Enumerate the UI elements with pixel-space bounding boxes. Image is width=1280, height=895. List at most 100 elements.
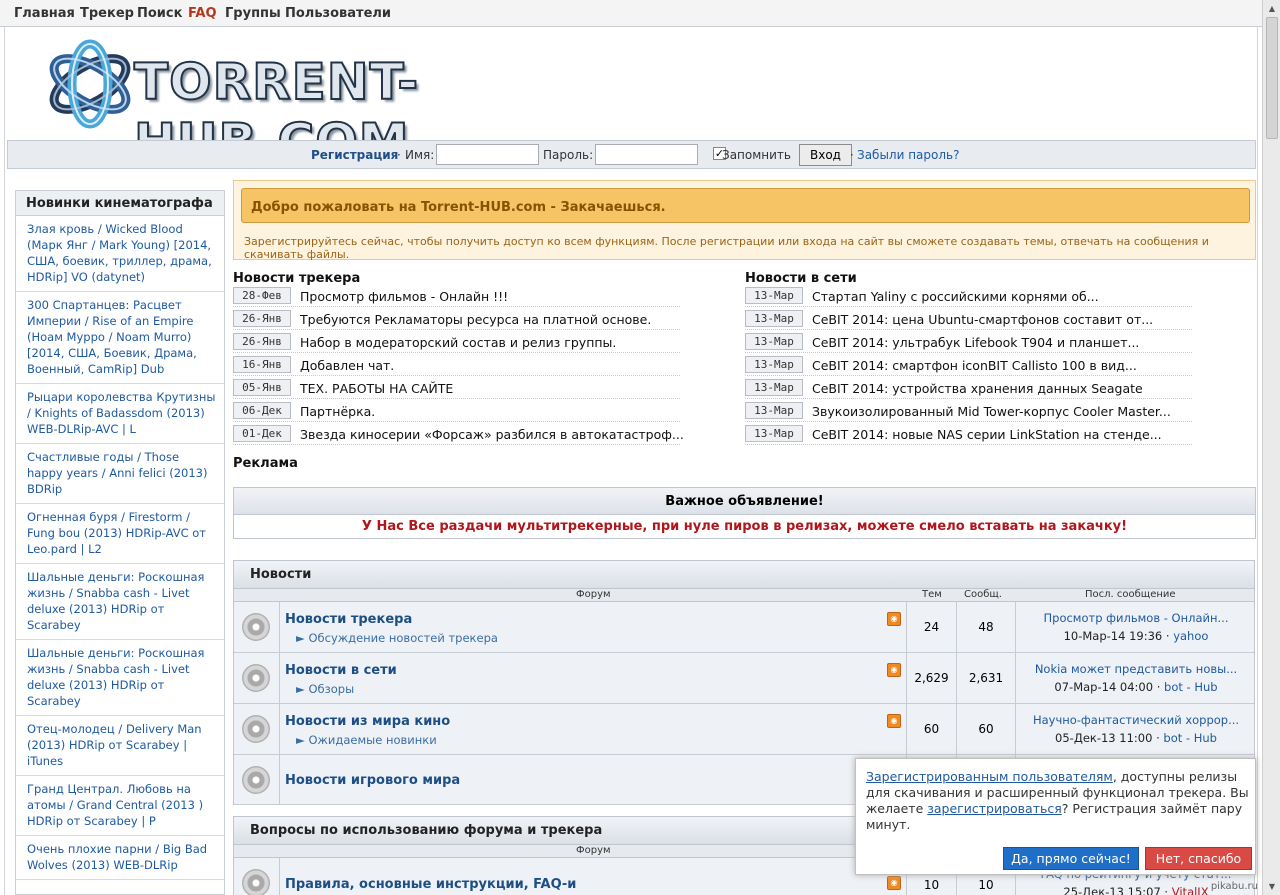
scrollbar-thumb[interactable] [1266, 17, 1278, 139]
news-link[interactable]: Партнёрка. [300, 404, 375, 419]
nav-tracker[interactable]: Трекер [80, 6, 134, 21]
topics-count: 2,629 [906, 653, 956, 703]
last-post-link[interactable]: Научно-фантастический хоррор... [1016, 713, 1256, 727]
rss-icon[interactable]: ◉ [887, 714, 901, 728]
announcement-text: У Нас Все раздачи мультитрекерные, при н… [361, 519, 1128, 534]
new-movies-sidebar: Новинки кинематографа Злая кровь / Wicke… [15, 190, 225, 895]
net-news-item[interactable]: 13-Мар Звукоизолированный Mid Tower-корпу… [745, 402, 1192, 422]
tracker-news-item[interactable]: 16-Янв Добавлен чат. [233, 356, 680, 376]
register-popup-link[interactable]: зарегистрироваться [927, 801, 1062, 816]
news-date: 13-Мар [745, 287, 803, 304]
news-date: 05-Янв [233, 379, 291, 396]
sidebar-movie-link[interactable]: Злая кровь / Wicked Blood (Марк Янг / Ma… [16, 216, 224, 292]
registered-users-link[interactable]: Зарегистрированным пользователям [866, 769, 1113, 784]
forum-row: Новости трекера ► Обсуждение новостей тр… [234, 602, 1254, 653]
tracker-news-item[interactable]: 05-Янв ТЕХ. РАБОТЫ НА САЙТЕ [233, 379, 680, 399]
subforum-link[interactable]: ► Ожидаемые новинки [296, 733, 437, 747]
net-news-item[interactable]: 13-Мар CeBIT 2014: цена Ubuntu-смартфонов… [745, 310, 1192, 330]
last-post-user[interactable]: bot - Hub [1164, 680, 1218, 694]
password-input[interactable] [595, 144, 698, 165]
sidebar-movie-link[interactable]: Очень плохие парни / Big Bad Wolves (201… [16, 836, 224, 880]
nav-search[interactable]: Поиск [137, 6, 182, 21]
last-post-user[interactable]: VitalIX [1172, 885, 1209, 895]
sidebar-movie-link[interactable]: Счастливые годы / Those happy years / An… [16, 444, 224, 504]
name-input[interactable] [436, 144, 539, 165]
news-link[interactable]: Набор в модераторский состав и релиз гру… [300, 335, 616, 350]
news-link[interactable]: CeBIT 2014: смартфон iconBIT Callisto 10… [812, 358, 1137, 373]
popup-message: Зарегистрированным пользователям, доступ… [866, 769, 1251, 833]
page-scrollbar[interactable]: ▲ ▼ [1262, 0, 1280, 895]
news-date: 01-Дек [233, 425, 291, 442]
tracker-news-item[interactable]: 06-Дек Партнёрка. [233, 402, 680, 422]
last-post-link[interactable]: Nokia может представить новы... [1016, 662, 1256, 676]
registration-popup: Зарегистрированным пользователям, доступ… [855, 758, 1256, 875]
forum-name-link[interactable]: Новости трекера [285, 612, 412, 627]
forum-category-title[interactable]: Новости [234, 561, 1254, 589]
news-link[interactable]: ТЕХ. РАБОТЫ НА САЙТЕ [300, 381, 453, 396]
separator-dot: · [397, 148, 401, 162]
net-news-item[interactable]: 13-Мар CeBIT 2014: ультрабук Lifebook T90… [745, 333, 1192, 353]
tracker-news-item[interactable]: 26-Янв Требуются Рекламаторы ресурса на п… [233, 310, 680, 330]
tracker-news-item[interactable]: 26-Янв Набор в модераторский состав и рел… [233, 333, 680, 353]
news-link[interactable]: Стартап Yaliny с российскими корнями об.… [812, 289, 1099, 304]
forum-status-icon [234, 704, 280, 754]
nav-groups[interactable]: Группы [225, 6, 281, 21]
forum-name-link[interactable]: Новости игрового мира [285, 773, 460, 788]
rss-icon[interactable]: ◉ [887, 663, 901, 677]
login-button[interactable]: Вход [799, 144, 852, 166]
sidebar-movie-link[interactable]: Шальные деньги: Роскошная жизнь / Snabba… [16, 640, 224, 716]
news-link[interactable]: Звукоизолированный Mid Tower-корпус Cool… [812, 404, 1171, 419]
tracker-news-item[interactable]: 01-Дек Звезда киносерии «Форсаж» разбился… [233, 425, 684, 445]
yes-register-button[interactable]: Да, прямо сейчас! [1003, 847, 1139, 870]
net-news-item[interactable]: 13-Мар CeBIT 2014: устройства хранения да… [745, 379, 1192, 399]
last-post-date: 10-Мар-14 19:36 [1063, 629, 1163, 643]
news-date: 13-Мар [745, 356, 803, 373]
register-link[interactable]: Регистрация [311, 148, 398, 162]
rss-icon[interactable]: ◉ [887, 612, 901, 626]
news-link[interactable]: CeBIT 2014: устройства хранения данных S… [812, 381, 1143, 396]
net-news-item[interactable]: 13-Мар Стартап Yaliny с российскими корня… [745, 287, 1192, 307]
nav-faq[interactable]: FAQ [188, 6, 217, 21]
news-link[interactable]: Звезда киносерии «Форсаж» разбился в авт… [300, 427, 684, 442]
nav-users[interactable]: Пользователи [285, 6, 391, 21]
no-thanks-button[interactable]: Нет, спасибо [1145, 847, 1252, 870]
news-link[interactable]: Добавлен чат. [300, 358, 394, 373]
sidebar-movie-link[interactable]: Огненная буря / Firestorm / Fung bou (20… [16, 504, 224, 564]
sidebar-movie-link[interactable]: Отец-молодец / Delivery Man (2013) HDRip… [16, 716, 224, 776]
rss-icon[interactable]: ◉ [887, 876, 901, 890]
news-link[interactable]: CeBIT 2014: новые NAS серии LinkStation … [812, 427, 1162, 442]
forum-row: Новости из мира кино ► Ожидаемые новинки… [234, 704, 1254, 755]
subforum-link[interactable]: ► Обсуждение новостей трекера [296, 631, 498, 645]
sidebar-movie-link[interactable]: Рыцари королевства Крутизны / Knights of… [16, 384, 224, 444]
news-link[interactable]: Просмотр фильмов - Онлайн !!! [300, 289, 508, 304]
scroll-down-arrow-icon[interactable]: ▼ [1263, 878, 1280, 895]
forum-name-link[interactable]: Правила, основные инструкции, FAQ-и [285, 877, 576, 892]
nav-home[interactable]: Главная [14, 6, 75, 21]
sidebar-movie-link[interactable]: Шальные деньги: Роскошная жизнь / Snabba… [16, 564, 224, 640]
scroll-up-arrow-icon[interactable]: ▲ [1263, 0, 1280, 17]
last-post-user[interactable]: yahoo [1173, 629, 1208, 643]
net-news-item[interactable]: 13-Мар CeBIT 2014: новые NAS серии LinkSt… [745, 425, 1192, 445]
net-news-item[interactable]: 13-Мар CeBIT 2014: смартфон iconBIT Calli… [745, 356, 1192, 376]
news-date: 06-Дек [233, 402, 291, 419]
last-post-date: 05-Дек-13 11:00 [1055, 731, 1153, 745]
gear-icon [242, 613, 270, 641]
forgot-password-link[interactable]: Забыли пароль? [857, 148, 959, 162]
news-date: 28-Фев [233, 287, 291, 304]
news-link[interactable]: CeBIT 2014: ультрабук Lifebook T904 и пл… [812, 335, 1139, 350]
forum-name-link[interactable]: Новости в сети [285, 663, 397, 678]
last-post-link[interactable]: Просмотр фильмов - Онлайн... [1016, 611, 1256, 625]
sidebar-movie-link[interactable]: 300 Спартанцев: Расцвет Империи / Rise o… [16, 292, 224, 384]
top-navigation: Главная Трекер Поиск FAQ Группы Пользова… [0, 0, 1262, 27]
posts-count: 48 [956, 602, 1015, 652]
col-last-post: Посл. сообщение [1085, 589, 1176, 600]
forum-name-link[interactable]: Новости из мира кино [285, 714, 450, 729]
news-link[interactable]: CeBIT 2014: цена Ubuntu-смартфонов соста… [812, 312, 1153, 327]
site-logo[interactable]: TORRENT-HUB.COM [42, 38, 602, 172]
logo-knot-icon [49, 39, 131, 129]
news-link[interactable]: Требуются Рекламаторы ресурса на платной… [300, 312, 651, 327]
tracker-news-item[interactable]: 28-Фев Просмотр фильмов - Онлайн !!! [233, 287, 680, 307]
subforum-link[interactable]: ► Обзоры [296, 682, 354, 696]
sidebar-movie-link[interactable]: Гранд Централ. Любовь на атомы / Grand C… [16, 776, 224, 836]
last-post-user[interactable]: bot - Hub [1163, 731, 1217, 745]
